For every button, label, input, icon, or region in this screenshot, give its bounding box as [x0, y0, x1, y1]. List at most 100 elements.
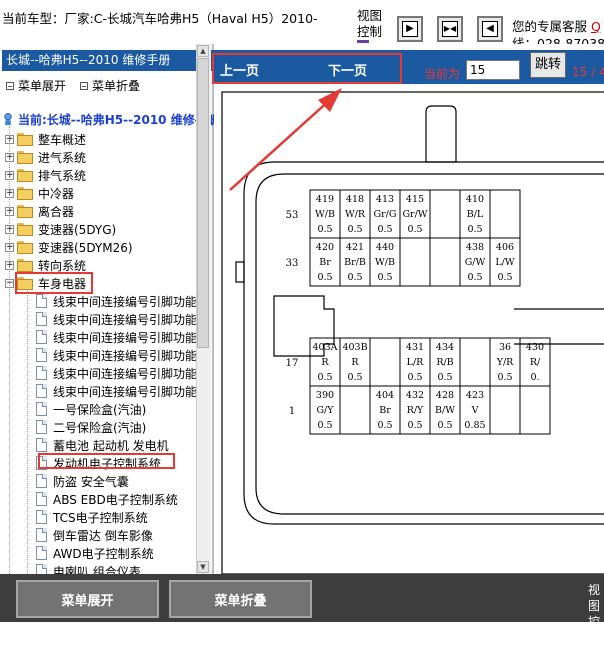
tree-doc-item[interactable]: 线束中间连接编号引脚功能 [36, 346, 197, 364]
jump-button[interactable]: 跳转 [530, 52, 566, 78]
tree-item-label: 线束中间连接编号引脚功能 [53, 366, 198, 381]
tree-item-label: 排气系统 [38, 168, 87, 183]
menu-expand-link[interactable]: 菜单展开 [6, 77, 66, 94]
pin-cell [399, 237, 431, 287]
tree-folder-item[interactable]: + 离合器 [5, 202, 74, 220]
tree-folder-item[interactable]: + 变速器(5DYG) [5, 220, 116, 238]
pin-text: B/W [435, 405, 455, 416]
pin-text: R [321, 357, 329, 368]
menu-collapse-link[interactable]: 菜单折叠 [80, 77, 140, 94]
tree-doc-item[interactable]: 蓄电池 起动机 发电机 [36, 436, 169, 454]
pin-text: G/W [465, 257, 486, 268]
bottom-view-control[interactable]: 视图控制 [588, 582, 604, 646]
scroll-down-icon[interactable]: ▼ [197, 561, 209, 573]
current-page-label: 当前为 [424, 67, 461, 81]
pin-text: 423 [466, 390, 484, 401]
pin-text: 0.5 [347, 272, 362, 283]
bottom-collapse-button[interactable]: 菜单折叠 [169, 580, 312, 618]
pin-text: 0.5 [317, 372, 332, 383]
page-total: 15 / 4 [572, 65, 604, 79]
pin-cell [489, 385, 521, 435]
pin-text: R/Y [407, 405, 424, 416]
pin-grid: 53419W/B0.5418W/R0.5413Gr/G0.5415Gr/W0.5… [286, 189, 551, 435]
manual-root-icon [4, 113, 12, 126]
pin-text: 390 [316, 390, 334, 401]
customer-service-link[interactable]: Q [591, 19, 601, 34]
pin-text: 0.85 [464, 420, 485, 431]
next-page-nav-button[interactable]: ▶ [397, 16, 423, 42]
pin-text: Gr/G [374, 209, 397, 220]
tree-item-label: 整车概述 [38, 132, 87, 147]
scroll-thumb[interactable] [197, 58, 209, 348]
scroll-up-icon[interactable]: ▲ [197, 45, 209, 57]
menu-expand-label: 菜单展开 [18, 79, 67, 93]
tree-folder-item[interactable]: + 进气系统 [5, 148, 86, 166]
pin-text: 0.5 [497, 272, 512, 283]
tree-doc-item[interactable]: TCS电子控制系统 [36, 508, 148, 526]
tree-doc-item[interactable]: 一号保险盒(汽油) [36, 400, 146, 418]
pin-text: 431 [406, 342, 424, 353]
tree-folder-item[interactable]: + 排气系统 [5, 166, 86, 184]
collapse-icon [80, 81, 88, 90]
tree-root[interactable]: 当前:长城--哈弗H5--2010 维修手册 [2, 111, 219, 128]
document-icon [36, 330, 47, 344]
page-number-input[interactable] [466, 60, 520, 80]
tree-doc-item[interactable]: 线束中间连接编号引脚功能 [36, 364, 197, 382]
pin-cell [429, 237, 461, 287]
tree-item-label: 线束中间连接编号引脚功能 [53, 348, 198, 363]
pin-text: 432 [406, 390, 424, 401]
pin-text: 0.5 [467, 224, 482, 235]
tree-doc-item[interactable]: 二号保险盒(汽油) [36, 418, 146, 436]
tree-doc-item[interactable]: 线束中间连接编号引脚功能 [36, 310, 197, 328]
prev-page-nav-button[interactable]: ◀ [477, 16, 503, 42]
tree-selection-highlight [38, 453, 175, 469]
tree-item-label: 线束中间连接编号引脚功能 [53, 384, 198, 399]
pin-text: R [351, 357, 359, 368]
pin-cell [519, 385, 551, 435]
tree-item-label: 变速器(5DYM26) [38, 240, 133, 255]
pin-text: 0.5 [377, 272, 392, 283]
pin-text: 0.5 [317, 420, 332, 431]
pin-text: L/R [407, 357, 425, 368]
tree-doc-item[interactable]: AWD电子控制系统 [36, 544, 154, 562]
dual-page-view-button[interactable]: ▶◀ [437, 16, 463, 42]
row-number-label: 33 [286, 258, 299, 269]
pin-text: 404 [376, 390, 394, 401]
right-arrow-icon: ▶ [402, 21, 418, 37]
tree-doc-item[interactable]: 防盗 安全气囊 [36, 472, 129, 490]
pin-text: 0.5 [407, 372, 422, 383]
document-icon [36, 348, 47, 362]
row-number-label: 1 [289, 406, 295, 417]
pin-text: 0.5 [377, 224, 392, 235]
tree-connector-line [9, 126, 10, 574]
tree-item-label: AWD电子控制系统 [53, 546, 154, 561]
tree-doc-item[interactable]: 线束中间连接编号引脚功能 [36, 328, 197, 346]
pin-cell [429, 189, 461, 239]
tree-folder-item[interactable]: + 变速器(5DYM26) [5, 238, 133, 256]
tree-folder-item[interactable]: + 中冷器 [5, 184, 74, 202]
pin-text: Gr/W [402, 209, 427, 220]
pin-text: B/L [467, 209, 484, 220]
pin-cell [369, 337, 401, 387]
pin-text: 0.5 [407, 224, 422, 235]
bottom-expand-button[interactable]: 菜单展开 [16, 580, 159, 618]
pin-text: 0. [530, 372, 539, 383]
pin-text: 403A [313, 342, 338, 353]
pin-text: Y/R [496, 357, 514, 368]
tree-connector-line [27, 291, 28, 574]
pin-text: Br [379, 405, 391, 416]
view-control-label[interactable]: 视图控制 [357, 8, 383, 40]
tree-folder-item[interactable]: + 整车概述 [5, 130, 86, 148]
pin-text: 403B [342, 342, 367, 353]
pin-text: Br [319, 257, 331, 268]
tree-doc-item[interactable]: 线束中间连接编号引脚功能 [36, 382, 197, 400]
tree-item-label: 蓄电池 起动机 发电机 [53, 438, 169, 453]
tree-root-label: 当前:长城--哈弗H5--2010 维修手册 [18, 113, 219, 127]
row-number-label: 17 [286, 358, 299, 369]
tree-item-label: 变速器(5DYG) [38, 222, 117, 237]
tree-doc-item[interactable]: 线束中间连接编号引脚功能 [36, 292, 197, 310]
pin-cell [489, 189, 521, 239]
tree-doc-item[interactable]: ABS EBD电子控制系统 [36, 490, 178, 508]
pin-text: L/W [495, 257, 515, 268]
tree-doc-item[interactable]: 倒车雷达 倒车影像 [36, 526, 153, 544]
